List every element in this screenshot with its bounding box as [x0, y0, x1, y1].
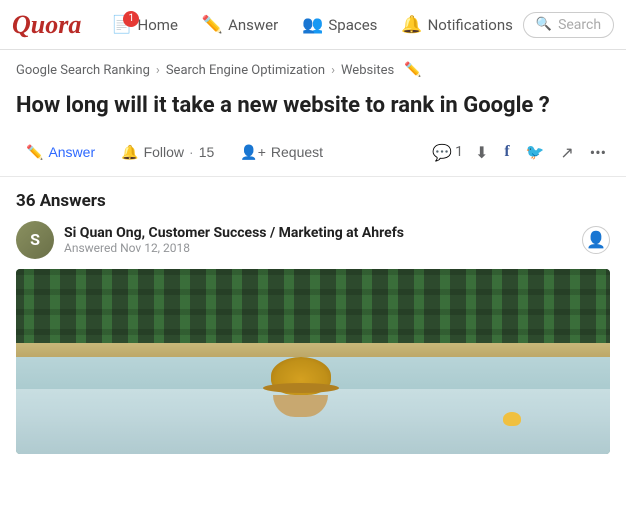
request-icon: 👤+ [240, 144, 266, 161]
logo[interactable]: Quora [12, 10, 81, 40]
toy [503, 412, 521, 426]
search-placeholder: Search [558, 17, 601, 33]
nav-label-home: Home [138, 16, 178, 34]
nav-item-answer[interactable]: ✏️ Answer [192, 9, 288, 41]
more-icon[interactable]: ••• [586, 139, 610, 166]
breadcrumb-websites[interactable]: Websites [341, 63, 394, 78]
twitter-icon[interactable]: 🐦 [522, 139, 549, 165]
follow-count: · [189, 144, 194, 160]
breadcrumb-sep-1: › [156, 63, 160, 78]
hat-brim [263, 383, 339, 393]
answers-header: 36 Answers [0, 177, 626, 221]
breadcrumbs: Google Search Ranking › Search Engine Op… [0, 50, 626, 84]
answer-icon: ✏️ [202, 15, 223, 35]
answer-author: S Si Quan Ong, Customer Success / Market… [16, 221, 404, 259]
search-box[interactable]: 🔍 Search [523, 12, 614, 38]
hat [271, 357, 331, 395]
notification-badge: 1 [123, 11, 139, 27]
action-bar: ✏️ Answer 🔔 Follow · 15 👤+ Request 💬 1 ⬇… [0, 133, 626, 177]
author-name[interactable]: Si Quan Ong, Customer Success / Marketin… [64, 225, 404, 241]
pool-scene [16, 269, 610, 454]
follow-count-value: 15 [199, 144, 215, 160]
action-right: 💬 1 ⬇ f 🐦 ↗ ••• [432, 139, 610, 166]
request-label: Request [271, 144, 323, 160]
search-icon: 🔍 [536, 17, 552, 32]
question-title: How long will it take a new website to r… [0, 84, 626, 133]
nav-item-notifications[interactable]: 🔔 Notifications [391, 9, 522, 41]
hair [273, 395, 328, 417]
nav-item-spaces[interactable]: 👥 Spaces [292, 9, 387, 41]
facebook-icon[interactable]: f [500, 139, 513, 165]
request-button[interactable]: 👤+ Request [230, 139, 333, 166]
nav-label-answer: Answer [228, 16, 278, 34]
downvote-icon[interactable]: ⬇ [471, 139, 492, 166]
follow-label: Follow [144, 144, 184, 160]
spaces-icon: 👥 [302, 15, 323, 35]
answer-button[interactable]: ✏️ Answer [16, 139, 105, 166]
breadcrumb-sep-2: › [331, 63, 335, 78]
answer-date: Answered Nov 12, 2018 [64, 241, 404, 255]
share-icon[interactable]: ↗ [556, 139, 577, 166]
answer-item: S Si Quan Ong, Customer Success / Market… [0, 221, 626, 454]
person-figure [271, 357, 331, 417]
follow-icon: 🔔 [121, 144, 138, 161]
follow-button[interactable]: 🔔 Follow · 15 [111, 139, 224, 166]
answer-btn-label: Answer [48, 144, 95, 160]
follow-author-button[interactable]: 👤 [582, 226, 610, 254]
nav-label-notifications: Notifications [428, 16, 513, 34]
follow-author-icon: 👤 [586, 230, 606, 250]
breadcrumb-seo[interactable]: Search Engine Optimization [166, 63, 325, 78]
header: Quora 📄 Home 1 ✏️ Answer 👥 Spaces 🔔 Noti… [0, 0, 626, 50]
answer-meta: S Si Quan Ong, Customer Success / Market… [16, 221, 610, 259]
breadcrumb-google-search-ranking[interactable]: Google Search Ranking [16, 63, 150, 78]
answer-image [16, 269, 610, 454]
bell-icon: 🔔 [401, 15, 422, 35]
author-info: Si Quan Ong, Customer Success / Marketin… [64, 225, 404, 255]
nav-bar: 📄 Home 1 ✏️ Answer 👥 Spaces 🔔 Notificati… [101, 9, 523, 41]
answer-btn-icon: ✏️ [26, 144, 43, 161]
edit-icon[interactable]: ✏️ [404, 62, 421, 78]
nav-label-spaces: Spaces [328, 16, 377, 34]
nav-item-home[interactable]: 📄 Home 1 [101, 9, 188, 41]
comment-button[interactable]: 💬 1 [432, 143, 463, 162]
comment-count-value: 1 [455, 144, 463, 160]
avatar: S [16, 221, 54, 259]
comment-icon: 💬 [432, 143, 452, 162]
